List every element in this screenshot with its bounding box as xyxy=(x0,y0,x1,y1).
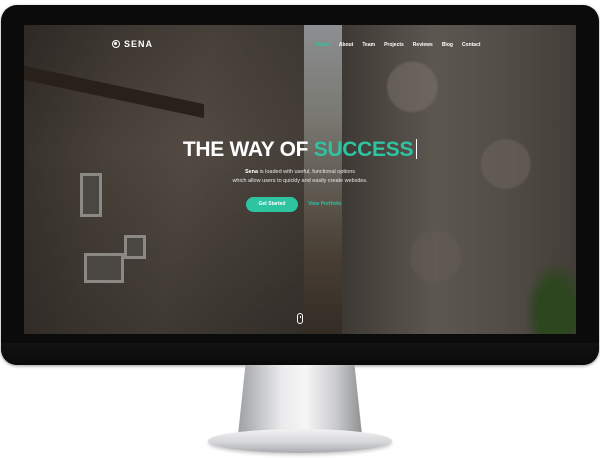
nav-item-projects[interactable]: Projects xyxy=(384,42,404,48)
ring-logo-icon xyxy=(112,40,120,48)
hero-subtitle-brand: Sena xyxy=(244,169,259,175)
view-portfolio-link[interactable]: View Portfolio xyxy=(308,197,341,212)
hero-subtitle-line1: is loaded with useful, functional option… xyxy=(258,169,356,175)
nav-item-contact[interactable]: Contact xyxy=(462,42,481,48)
nav-item-reviews[interactable]: Reviews xyxy=(413,42,433,48)
main-nav: Home About Team Projects Reviews Blog Co… xyxy=(316,42,481,48)
nav-item-about[interactable]: About xyxy=(339,42,353,48)
brand-logo[interactable]: SENA xyxy=(112,39,153,49)
hero-title-accent: SUCCESS xyxy=(313,138,414,161)
nav-item-home[interactable]: Home xyxy=(316,42,330,48)
brand-name: SENA xyxy=(124,39,154,49)
nav-item-team[interactable]: Team xyxy=(362,42,375,48)
typing-cursor xyxy=(416,139,418,159)
hero-title-prefix: THE WAY OF xyxy=(182,138,314,161)
hero-subtitle: Sena is loaded with useful, functional o… xyxy=(24,168,576,186)
hero-title: THE WAY OF SUCCESS xyxy=(24,138,576,162)
hero-subtitle-line2: which allow users to quickly and easily … xyxy=(232,178,368,184)
monitor-stand-neck xyxy=(238,365,362,435)
get-started-button[interactable]: Get Started xyxy=(246,197,298,212)
nav-item-blog[interactable]: Blog xyxy=(442,42,453,48)
monitor-mockup: SENA Home About Team Projects Reviews Bl… xyxy=(0,0,600,458)
website-screen: SENA Home About Team Projects Reviews Bl… xyxy=(24,25,576,334)
scroll-down-icon[interactable] xyxy=(297,313,303,324)
monitor-stand-base xyxy=(208,429,392,453)
